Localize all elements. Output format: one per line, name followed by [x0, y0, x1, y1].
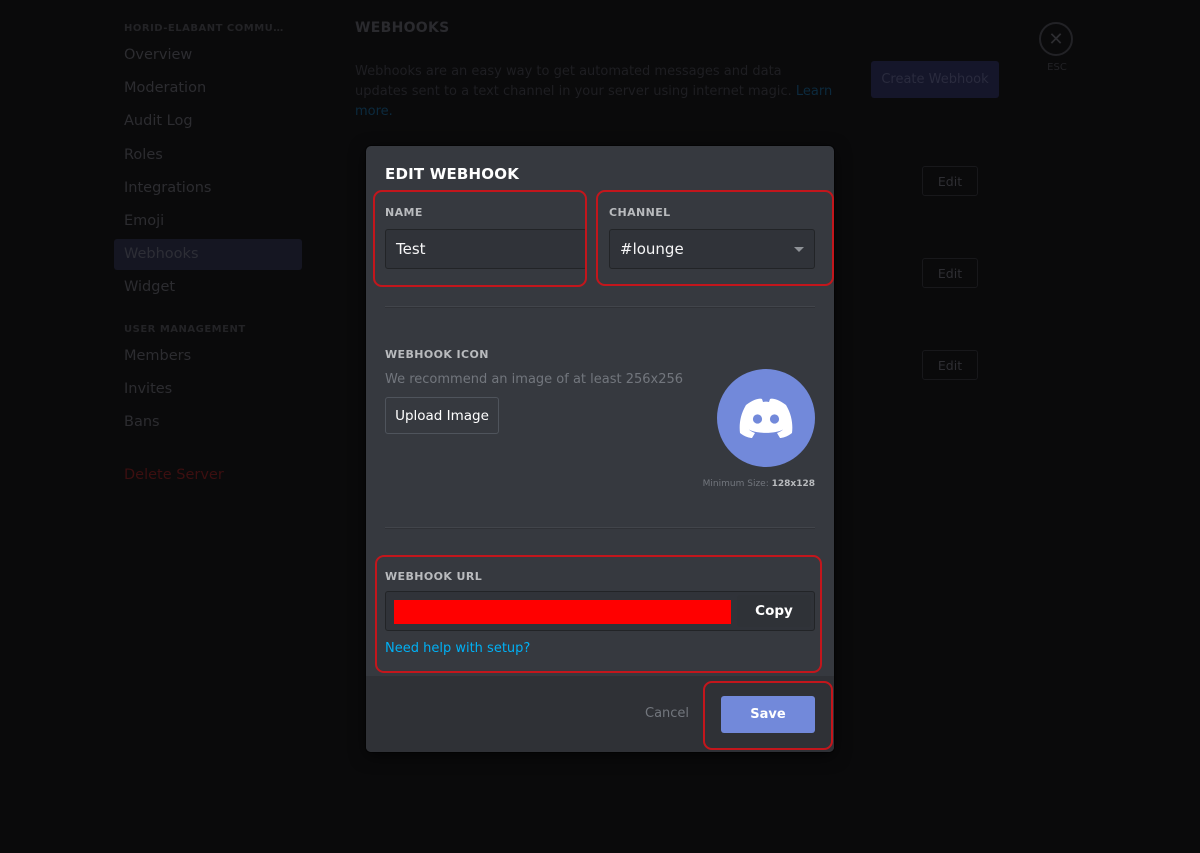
sidebar-item-invites[interactable]: Invites — [114, 374, 302, 405]
sidebar-item-widget[interactable]: Widget — [114, 272, 302, 303]
divider — [385, 306, 815, 307]
name-label: NAME — [385, 206, 423, 219]
upload-image-button[interactable]: Upload Image — [385, 397, 499, 434]
edit-webhook-button[interactable]: Edit — [922, 258, 978, 288]
min-size-value: 128x128 — [771, 479, 815, 489]
sidebar-separator — [114, 306, 302, 319]
user-section-header: USER MANAGEMENT — [124, 323, 246, 335]
sidebar-item-members[interactable]: Members — [114, 341, 302, 372]
webhook-icon-label: WEBHOOK ICON — [385, 348, 489, 361]
channel-label: CHANNEL — [609, 206, 671, 219]
icon-size-hint: We recommend an image of at least 256x25… — [385, 372, 684, 387]
edit-webhook-button[interactable]: Edit — [922, 166, 978, 196]
page-title: WEBHOOKS — [355, 20, 450, 36]
settings-sidebar: HORID-ELABANT COMMUNI... Overview Modera… — [114, 18, 302, 493]
min-size-caption: Minimum Size: 128x128 — [703, 479, 815, 489]
name-input-value: Test — [396, 240, 426, 258]
webhooks-page: WEBHOOKS Webhooks are an easy way to get… — [355, 20, 1005, 380]
close-settings-button[interactable]: ✕ ESC — [1039, 22, 1075, 73]
sidebar-item-audit-log[interactable]: Audit Log — [114, 106, 302, 137]
save-button[interactable]: Save — [721, 696, 815, 733]
setup-help-link[interactable]: Need help with setup? — [385, 641, 530, 656]
channel-select-value: #lounge — [620, 240, 684, 258]
esc-label: ESC — [1047, 62, 1067, 73]
min-size-label: Minimum Size: — [702, 479, 769, 489]
edit-webhook-button[interactable]: Edit — [922, 350, 978, 380]
name-field: NAME Test — [385, 206, 587, 269]
redacted-webhook-url — [394, 600, 731, 624]
modal-footer: Cancel Save — [366, 676, 834, 752]
discord-logo-icon — [739, 398, 793, 438]
server-section-header: HORID-ELABANT COMMUNI... — [124, 23, 300, 34]
create-webhook-button[interactable]: Create Webhook — [871, 61, 999, 98]
webhook-avatar[interactable] — [717, 369, 815, 467]
webhook-url-field[interactable]: Copy — [385, 591, 815, 631]
chevron-down-icon — [794, 247, 804, 252]
description-text: Webhooks are an easy way to get automate… — [355, 64, 792, 99]
channel-field: CHANNEL #lounge — [609, 206, 815, 269]
sidebar-item-webhooks[interactable]: Webhooks — [114, 239, 302, 271]
sidebar-item-moderation[interactable]: Moderation — [114, 73, 302, 104]
sidebar-item-overview[interactable]: Overview — [114, 40, 302, 71]
channel-select[interactable]: #lounge — [609, 229, 815, 269]
close-icon[interactable]: ✕ — [1039, 22, 1073, 56]
sidebar-item-delete-server[interactable]: Delete Server — [114, 460, 302, 491]
sidebar-item-bans[interactable]: Bans — [114, 407, 302, 438]
sidebar-item-integrations[interactable]: Integrations — [114, 173, 302, 204]
divider — [385, 527, 815, 528]
webhook-url-label: WEBHOOK URL — [385, 570, 483, 583]
name-input[interactable]: Test — [385, 229, 587, 269]
copy-url-button[interactable]: Copy — [737, 595, 811, 627]
modal-title: EDIT WEBHOOK — [385, 165, 520, 183]
sidebar-item-emoji[interactable]: Emoji — [114, 206, 302, 237]
cancel-button[interactable]: Cancel — [645, 706, 689, 721]
sidebar-item-roles[interactable]: Roles — [114, 140, 302, 171]
edit-webhook-modal: EDIT WEBHOOK NAME Test CHANNEL #lounge W… — [366, 146, 834, 752]
sidebar-separator — [114, 440, 302, 460]
page-description: Webhooks are an easy way to get automate… — [355, 62, 835, 122]
